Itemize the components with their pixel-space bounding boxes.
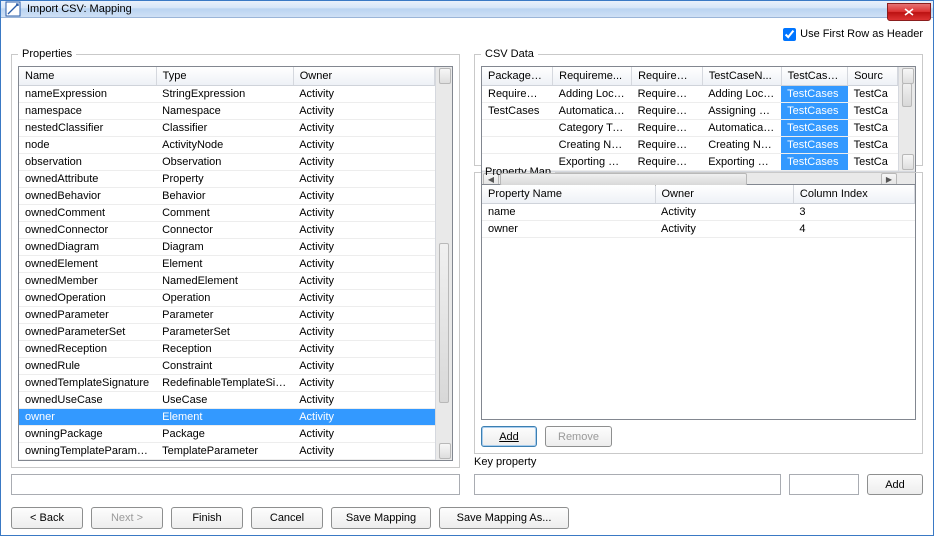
- csv-column-header[interactable]: TestCaseN...: [702, 67, 781, 86]
- table-row[interactable]: ownedConnectorConnectorActivity: [19, 222, 435, 239]
- table-row[interactable]: ownedRuleConstraintActivity: [19, 358, 435, 375]
- csv-data-table[interactable]: PackageNa...Requireme...Requireme...Test…: [482, 67, 898, 171]
- csv-column-header[interactable]: Sourc: [848, 67, 898, 86]
- properties-group: Properties NameTypeOwner nameExpressionS…: [11, 48, 460, 468]
- table-row[interactable]: ownedUseCaseUseCaseActivity: [19, 392, 435, 409]
- csv-data-group: CSV Data PackageNa...Requireme...Require…: [474, 48, 923, 166]
- properties-column-header[interactable]: Name: [19, 67, 156, 86]
- table-row[interactable]: owningTemplateParameterTemplateParameter…: [19, 443, 435, 460]
- properties-column-header[interactable]: Type: [156, 67, 293, 86]
- table-row[interactable]: ownedBehaviorBehaviorActivity: [19, 188, 435, 205]
- property-map-column-header[interactable]: Owner: [655, 185, 793, 204]
- table-row[interactable]: nestedClassifierClassifierActivity: [19, 120, 435, 137]
- next-button[interactable]: Next >: [91, 507, 163, 529]
- table-row[interactable]: ownedElementElementActivity: [19, 256, 435, 273]
- table-row[interactable]: TestCasesAutomaticall...RequirementAssig…: [482, 103, 898, 120]
- table-row[interactable]: ownedCommentCommentActivity: [19, 205, 435, 222]
- window-title: Import CSV: Mapping: [27, 3, 132, 15]
- table-row[interactable]: observationObservationActivity: [19, 154, 435, 171]
- table-row[interactable]: Creating Ne...RequirementCreating Ne...T…: [482, 137, 898, 154]
- csv-column-header[interactable]: PackageNa...: [482, 67, 553, 86]
- table-row[interactable]: ownedReceptionReceptionActivity: [19, 341, 435, 358]
- table-row[interactable]: nameActivity3: [482, 204, 915, 221]
- property-map-remove-button[interactable]: Remove: [545, 426, 612, 447]
- table-row[interactable]: ownerElementActivity: [19, 409, 435, 426]
- csv-column-header[interactable]: Requireme...: [553, 67, 632, 86]
- close-icon: [904, 8, 914, 16]
- table-row[interactable]: ownedOperationOperationActivity: [19, 290, 435, 307]
- property-map-add-button[interactable]: Add: [481, 426, 537, 447]
- table-row[interactable]: owningPackagePackageActivity: [19, 426, 435, 443]
- key-property-input-2[interactable]: [789, 474, 859, 495]
- titlebar: Import CSV: Mapping: [1, 1, 933, 18]
- table-row[interactable]: RequirementAdding Local...RequirementAdd…: [482, 86, 898, 103]
- import-csv-mapping-window: Import CSV: Mapping Use First Row as Hea…: [0, 0, 934, 536]
- table-row[interactable]: ownedDiagramDiagramActivity: [19, 239, 435, 256]
- table-row[interactable]: ownedAttributePropertyActivity: [19, 171, 435, 188]
- table-row[interactable]: ownedParameterSetParameterSetActivity: [19, 324, 435, 341]
- table-row[interactable]: ownedMemberNamedElementActivity: [19, 273, 435, 290]
- properties-column-header[interactable]: Owner: [293, 67, 434, 86]
- cancel-button[interactable]: Cancel: [251, 507, 323, 529]
- csv-vscrollbar[interactable]: [898, 67, 915, 171]
- csv-data-legend: CSV Data: [481, 48, 538, 60]
- table-row[interactable]: ownedTemplateSignatureRedefinableTemplat…: [19, 375, 435, 392]
- properties-scrollbar[interactable]: [435, 67, 452, 460]
- property-map-table[interactable]: Property NameOwnerColumn Index nameActiv…: [482, 185, 915, 419]
- properties-legend: Properties: [18, 48, 76, 60]
- property-map-column-header[interactable]: Property Name: [482, 185, 655, 204]
- key-property-add-button[interactable]: Add: [867, 474, 923, 495]
- table-row[interactable]: namespaceNamespaceActivity: [19, 103, 435, 120]
- save-mapping-button[interactable]: Save Mapping: [331, 507, 431, 529]
- use-first-row-label: Use First Row as Header: [800, 28, 923, 40]
- csv-column-header[interactable]: TestCaseO...: [781, 67, 847, 86]
- app-icon: [5, 1, 21, 17]
- save-mapping-as-button[interactable]: Save Mapping As...: [439, 507, 569, 529]
- table-row[interactable]: nodeActivityNodeActivity: [19, 137, 435, 154]
- table-row[interactable]: ownedParameterParameterActivity: [19, 307, 435, 324]
- use-first-row-checkbox[interactable]: [783, 28, 796, 41]
- key-property-label: Key property: [474, 456, 923, 468]
- properties-table[interactable]: NameTypeOwner nameExpressionStringExpres…: [19, 67, 435, 460]
- table-row[interactable]: nameExpressionStringExpressionActivity: [19, 86, 435, 103]
- table-row[interactable]: ownerActivity4: [482, 221, 915, 238]
- back-button[interactable]: < Back: [11, 507, 83, 529]
- close-button[interactable]: [887, 3, 931, 21]
- key-property-input-1[interactable]: [474, 474, 781, 495]
- csv-column-header[interactable]: Requireme...: [632, 67, 703, 86]
- table-row[interactable]: Category Ty...RequirementAutomaticall...…: [482, 120, 898, 137]
- finish-button[interactable]: Finish: [171, 507, 243, 529]
- property-map-column-header[interactable]: Column Index: [793, 185, 914, 204]
- property-map-group: Property Map Property NameOwnerColumn In…: [474, 166, 923, 454]
- properties-filter-input[interactable]: [11, 474, 460, 495]
